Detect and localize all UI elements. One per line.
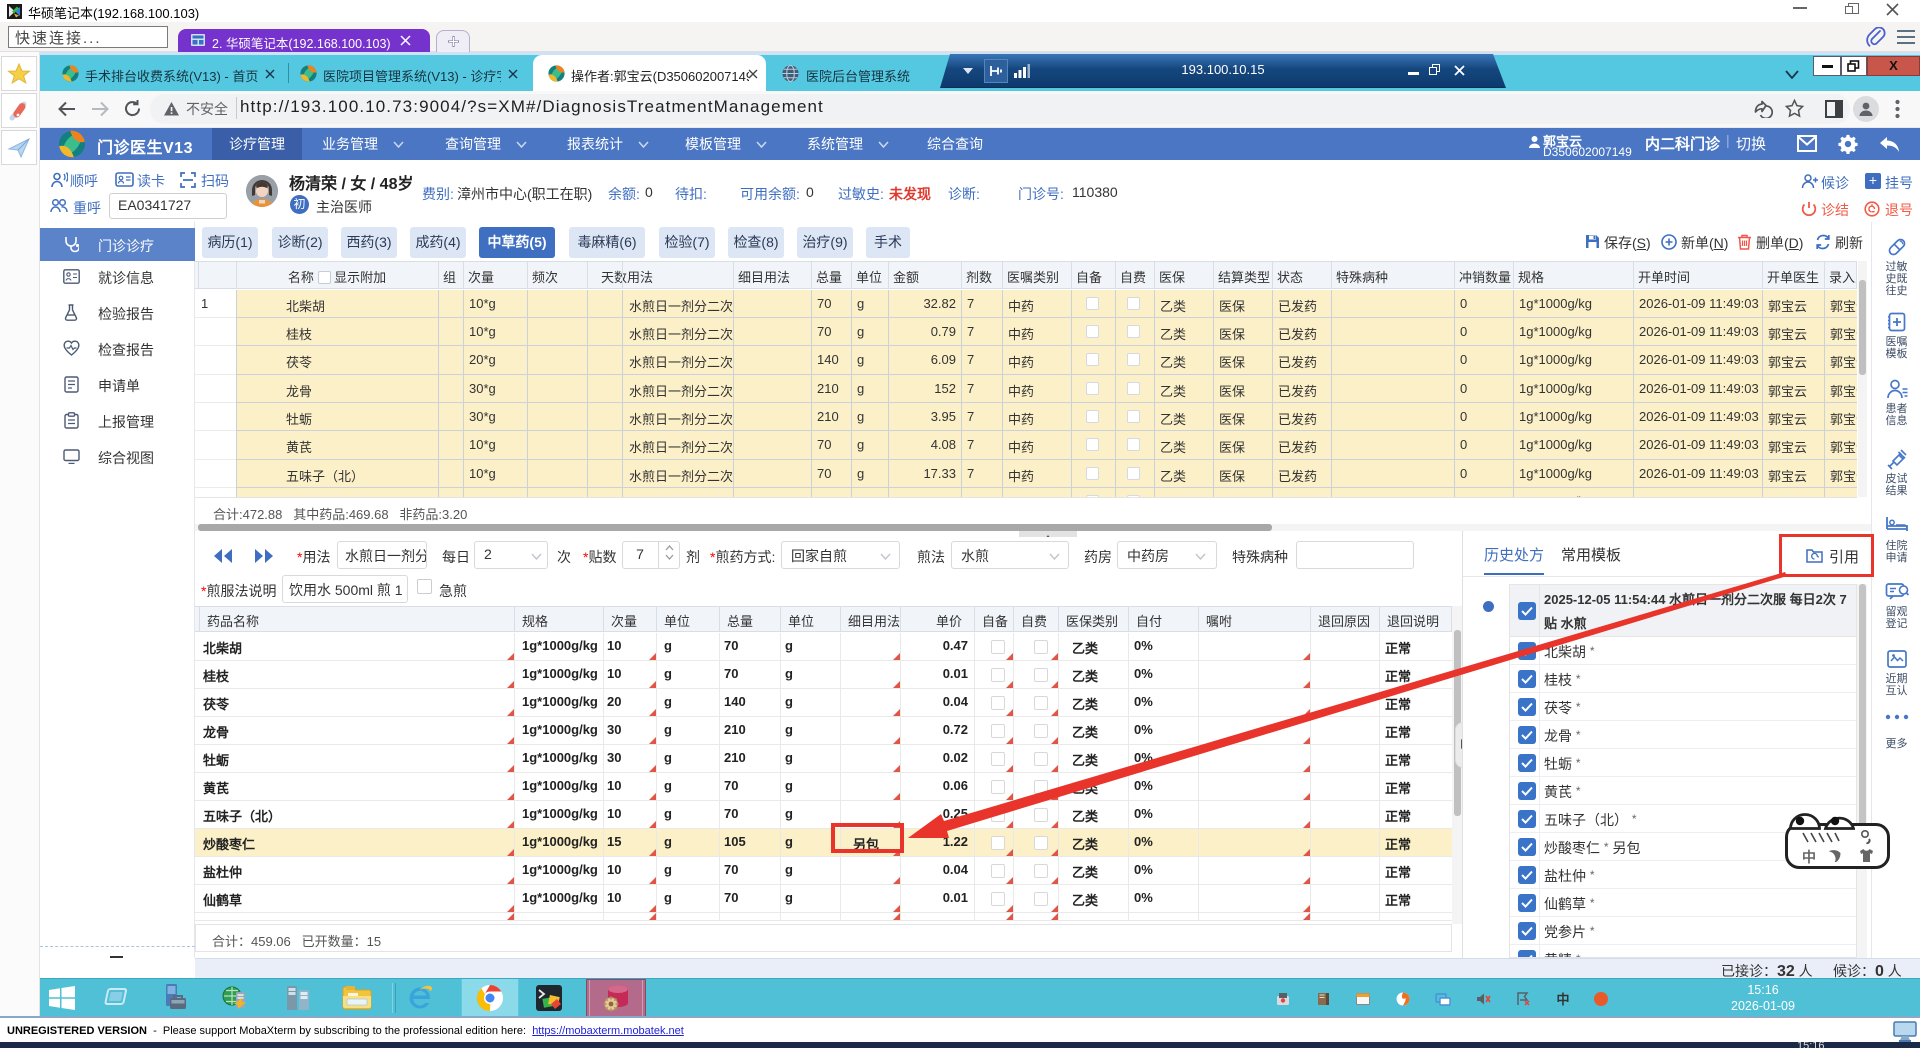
svg-text:中: 中 (1556, 992, 1569, 1007)
